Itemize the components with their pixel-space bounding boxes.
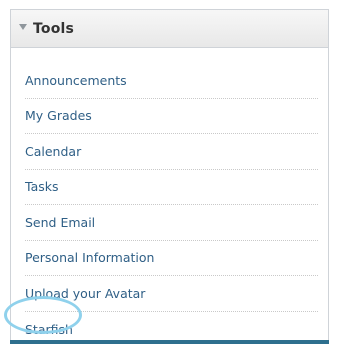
- tasks-link[interactable]: Tasks: [25, 179, 59, 194]
- tools-list: Announcements My Grades Calendar Tasks S…: [11, 63, 328, 347]
- list-item: Personal Information: [25, 241, 318, 277]
- list-item: Send Email: [25, 205, 318, 241]
- personal-information-link[interactable]: Personal Information: [25, 250, 154, 265]
- panel-title: Tools: [33, 21, 74, 37]
- list-item: Tasks: [25, 170, 318, 206]
- list-item: Announcements: [25, 63, 318, 99]
- list-item: My Grades: [25, 99, 318, 135]
- tools-panel-header[interactable]: Tools: [11, 10, 328, 48]
- my-grades-link[interactable]: My Grades: [25, 108, 92, 123]
- collapse-triangle-icon[interactable]: [19, 24, 27, 30]
- upload-avatar-link[interactable]: Upload your Avatar: [25, 286, 145, 301]
- list-item: Calendar: [25, 134, 318, 170]
- calendar-link[interactable]: Calendar: [25, 144, 81, 159]
- list-item: Upload your Avatar: [25, 276, 318, 312]
- announcements-link[interactable]: Announcements: [25, 73, 127, 88]
- bottom-accent-bar: [10, 340, 329, 344]
- starfish-link[interactable]: Starfish: [25, 322, 73, 337]
- tools-panel: Tools Announcements My Grades Calendar T…: [10, 9, 329, 343]
- send-email-link[interactable]: Send Email: [25, 215, 95, 230]
